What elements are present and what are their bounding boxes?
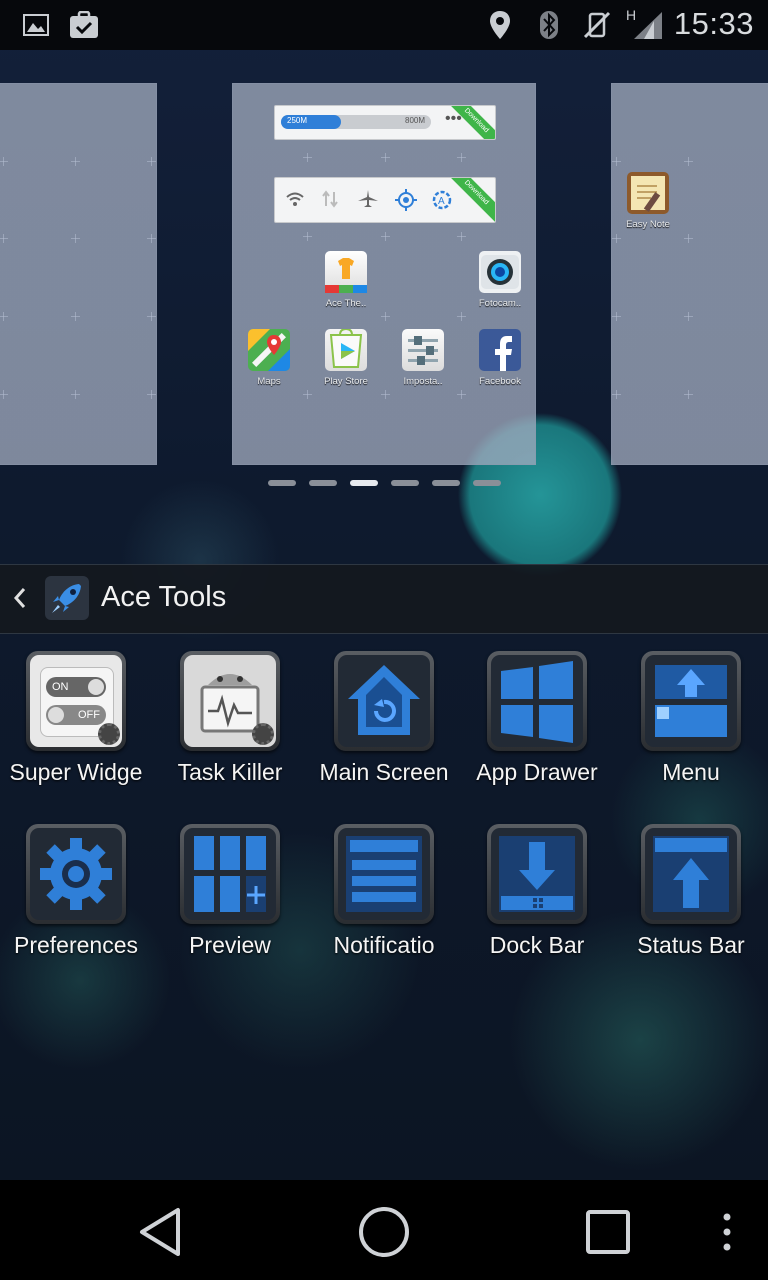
memory-used: 250M <box>287 116 308 125</box>
settings-sliders-icon <box>402 329 444 371</box>
tool-main-screen[interactable]: Main Screen <box>308 651 460 786</box>
folder-header: Ace Tools <box>0 564 768 634</box>
clock: 15:33 <box>673 6 754 41</box>
page-dot[interactable] <box>473 480 501 486</box>
gear-badge-icon <box>98 723 120 745</box>
app-label: Maps <box>257 376 281 387</box>
camera-icon <box>479 251 521 293</box>
location-icon <box>488 10 512 40</box>
preview-grid-icon <box>184 828 276 920</box>
bluetooth-icon <box>538 10 560 40</box>
page-indicator <box>268 480 501 486</box>
tool-dock-bar[interactable]: Dock Bar <box>461 824 613 959</box>
page-dot[interactable] <box>309 480 337 486</box>
back-icon[interactable] <box>130 1204 190 1260</box>
app-ace-theme[interactable]: Ace The.. <box>311 251 381 309</box>
mute-icon <box>582 10 612 40</box>
tool-preferences[interactable]: Preferences <box>0 824 152 959</box>
menu-upload-icon <box>645 655 737 747</box>
tool-label: App Drawer <box>476 759 598 785</box>
app-label: Fotocam.. <box>478 298 522 309</box>
app-play-store[interactable]: Play Store <box>311 327 381 387</box>
gear-icon <box>30 828 122 920</box>
back-chevron-icon[interactable] <box>10 585 30 616</box>
app-label: Ace The.. <box>325 298 367 309</box>
tool-label: Status Bar <box>637 932 745 958</box>
toggles-widget[interactable]: A Download <box>274 177 496 223</box>
tool-super-widget[interactable]: ON OFF Super Widge <box>0 651 152 786</box>
ace-theme-icon <box>325 251 367 293</box>
toggle-on-label: ON <box>52 681 69 693</box>
tool-task-killer[interactable]: Task Killer <box>154 651 306 786</box>
tool-notification[interactable]: Notificatio <box>308 824 460 959</box>
page-dot-active[interactable] <box>350 480 378 486</box>
page-dot[interactable] <box>391 480 419 486</box>
image-icon <box>22 10 50 40</box>
status-upload-icon <box>645 828 737 920</box>
recent-apps-icon[interactable] <box>578 1204 638 1260</box>
app-label: Facebook <box>479 376 521 387</box>
auto-rotate-icon[interactable]: A <box>431 189 453 216</box>
home-page-preview-right[interactable]: Easy Note <box>611 83 768 465</box>
home-page-preview-left[interactable] <box>0 83 157 465</box>
tool-label: Preview <box>189 932 271 958</box>
memory-widget[interactable]: 250M 800M ••• Download <box>274 105 496 140</box>
gear-badge-icon <box>252 723 274 745</box>
tool-status-bar[interactable]: Status Bar <box>615 824 767 959</box>
wifi-icon[interactable] <box>285 190 305 213</box>
windows-grid-icon <box>491 655 583 747</box>
tool-label: Menu <box>662 759 720 785</box>
toggle-off-label: OFF <box>78 709 100 721</box>
note-icon <box>627 172 669 214</box>
tool-label: Dock Bar <box>489 932 585 958</box>
tool-app-drawer[interactable]: App Drawer <box>461 651 613 786</box>
app-fotocamera[interactable]: Fotocam.. <box>465 251 535 309</box>
android-monitor-icon <box>184 655 276 747</box>
tool-label: Main Screen <box>319 759 449 785</box>
play-store-icon <box>325 327 367 371</box>
tool-label: Super Widge <box>9 759 143 785</box>
app-label: Imposta.. <box>403 376 443 387</box>
app-facebook[interactable]: Facebook <box>465 329 535 387</box>
notification-list-icon <box>338 828 430 920</box>
page-dot[interactable] <box>268 480 296 486</box>
app-easy-note[interactable]: Easy Note <box>613 172 683 230</box>
app-maps[interactable]: Maps <box>234 329 304 387</box>
tool-preview[interactable]: Preview <box>154 824 306 959</box>
tool-label: Preferences <box>13 932 138 958</box>
download-ribbon: Download <box>446 178 495 222</box>
signal-icon: H <box>624 7 664 40</box>
data-transfer-icon[interactable] <box>320 190 340 213</box>
app-impostazioni[interactable]: Imposta.. <box>388 329 458 387</box>
app-label: Easy Note <box>626 219 670 230</box>
overflow-menu-icon[interactable] <box>712 1204 742 1260</box>
toggle-switch-icon: ON OFF <box>30 655 122 747</box>
tool-menu[interactable]: Menu <box>615 651 767 786</box>
status-bar: H 15:33 <box>0 0 768 50</box>
home-circle-icon[interactable] <box>354 1202 414 1262</box>
network-type-label: H <box>626 7 637 23</box>
tool-label: Task Killer <box>177 759 283 785</box>
navigation-bar <box>0 1184 768 1280</box>
app-label: Play Store <box>324 376 368 387</box>
dock-download-icon <box>491 828 583 920</box>
home-icon <box>338 655 430 747</box>
clipboard-check-icon <box>68 10 100 40</box>
folder-title: Ace Tools <box>101 581 227 613</box>
maps-icon <box>248 329 290 371</box>
gps-icon[interactable] <box>395 189 417 216</box>
memory-total: 800M <box>405 116 426 125</box>
tool-label: Notificatio <box>333 932 435 958</box>
svg-text:A: A <box>438 196 445 207</box>
page-dot[interactable] <box>432 480 460 486</box>
airplane-icon[interactable] <box>357 189 379 214</box>
ace-tools-rocket-icon <box>45 576 89 620</box>
facebook-icon <box>479 329 521 371</box>
home-page-preview-current[interactable]: 250M 800M ••• Download A Download Ace Th… <box>232 83 536 465</box>
